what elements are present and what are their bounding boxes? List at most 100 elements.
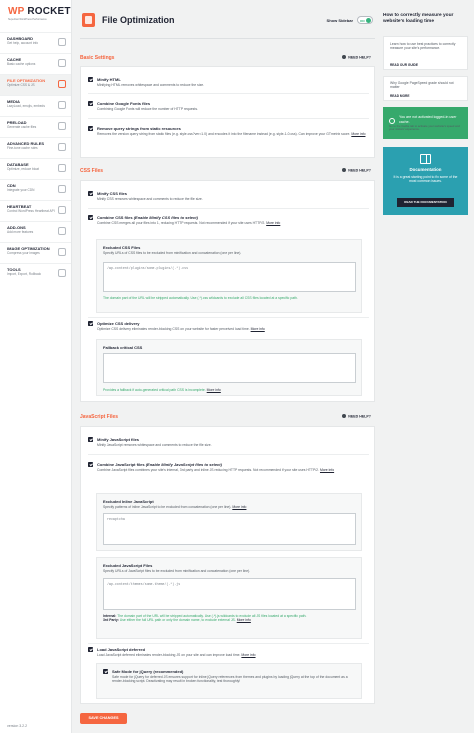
page-icon	[58, 59, 66, 67]
label-text: Combine CSS files	[97, 215, 134, 220]
option-description: Combine JavaScript files combines your s…	[97, 468, 368, 472]
cache-status-subtext: Go to the Cache tab to activate your web…	[389, 124, 460, 132]
section-title: CSS Files	[80, 168, 104, 174]
cache-status-sub: Go to the Cache tab to activate your web…	[383, 124, 468, 140]
heart-icon	[58, 206, 66, 214]
fallback-css-textarea[interactable]	[103, 353, 356, 383]
minify-css-checkbox[interactable]	[88, 191, 93, 196]
read-guide-link[interactable]: READ OUR GUIDE	[390, 63, 418, 67]
page-title: File Optimization	[102, 15, 175, 25]
divider	[88, 93, 369, 94]
sidebar-item-heartbeat[interactable]: Heartbeat Control WordPress Heartbeat API	[0, 200, 71, 221]
globe-icon	[58, 185, 66, 193]
list-icon	[58, 143, 66, 151]
section-title: Basic Settings	[80, 55, 115, 61]
field-label: Excluded CSS Files	[103, 245, 141, 250]
note-3rd-party-label: 3rd Party:	[103, 618, 119, 623]
css-files-header: CSS Files NEED HELP?	[80, 166, 375, 178]
file-optimization-icon	[82, 13, 95, 27]
save-changes-button[interactable]: SAVE CHANGES	[80, 713, 127, 724]
sidebar-item-cdn[interactable]: CDN Integrate your CDN	[0, 179, 71, 200]
safe-mode-checkbox[interactable]	[103, 669, 108, 674]
option-label: Remove query strings from static resourc…	[97, 126, 181, 131]
sidebar-item-advanced-rules[interactable]: Advanced Rules Fine-tune cache rules	[0, 137, 71, 158]
sidebar-item-cache[interactable]: Cache Basic cache options	[0, 53, 71, 74]
field-label: Excluded Inline JavaScript	[103, 499, 154, 504]
more-info-link[interactable]: More info	[232, 505, 246, 509]
more-info-link[interactable]: More info	[266, 221, 280, 225]
wrench-icon	[58, 269, 66, 277]
note-internal-label: Internal:	[103, 614, 117, 618]
option-description: Minify JavaScript removes whitespace and…	[97, 443, 212, 447]
more-info-link[interactable]: More info	[207, 388, 221, 392]
divider	[88, 643, 369, 644]
description-text: Removes the version query string from st…	[97, 132, 351, 136]
combine-js-checkbox[interactable]	[88, 462, 93, 467]
load-js-deferred-checkbox[interactable]	[88, 647, 93, 652]
divider	[88, 317, 369, 318]
sidebar-item-add-ons[interactable]: Add-ons Add more features	[0, 221, 71, 242]
more-info-link[interactable]: More info	[237, 618, 251, 622]
sidebar-item-file-optimization[interactable]: File Optimization Optimize CSS & JS	[0, 74, 71, 95]
more-info-link[interactable]: More info	[351, 132, 365, 136]
option-description: Combining Google Fonts will reduce the n…	[97, 107, 198, 111]
sidebar-item-tools[interactable]: Tools Import, Export, Rollback	[0, 263, 71, 284]
basic-settings-header: Basic Settings NEED HELP?	[80, 53, 375, 65]
sidebar-item-dashboard[interactable]: Dashboard Get help, account info	[0, 32, 71, 53]
field-label: Excluded JavaScript Files	[103, 563, 153, 568]
minify-html-checkbox[interactable]	[88, 77, 93, 82]
page-header: File Optimization Show Sidebar ON	[73, 11, 375, 35]
query-strings-checkbox[interactable]	[88, 126, 93, 131]
excluded-js-note: Internal: The domain part of the URL wil…	[103, 614, 355, 623]
option-label: Minify CSS files	[97, 191, 128, 196]
more-info-link[interactable]: More info	[320, 468, 334, 472]
logo[interactable]: WP ROCKET Superfast WordPress Performanc…	[0, 0, 71, 32]
optimize-css-delivery-checkbox[interactable]	[88, 321, 93, 326]
option-label: Optimize CSS delivery	[97, 321, 140, 326]
sidebar-item-database[interactable]: Database Optimize, reduce bloat	[0, 158, 71, 179]
option-description: Optimize CSS delivery eliminates render-…	[97, 327, 368, 331]
field-label: Fallback critical CSS	[103, 345, 143, 350]
css-files-card: Minify CSS files Minify CSS removes whit…	[80, 180, 375, 402]
image-icon	[58, 101, 66, 109]
read-more-link[interactable]: READ MORE	[390, 94, 409, 98]
more-info-link[interactable]: More info	[241, 653, 255, 657]
google-fonts-checkbox[interactable]	[88, 101, 93, 106]
toggle-knob	[366, 18, 371, 23]
option-label: Combine JavaScript files (Enable Minify …	[97, 462, 222, 467]
option-label: Combine Google Fonts files	[97, 101, 151, 106]
measure-guide-title: How to correctly measure your website's …	[383, 13, 454, 24]
excluded-js-files-textarea[interactable]: /wp-content/themes/some-theme/(.*).js	[103, 578, 356, 610]
option-description: Minify CSS removes whitespace and commen…	[97, 197, 203, 201]
excluded-js-files-box: Excluded JavaScript Files Specify URLs o…	[96, 557, 362, 639]
excluded-inline-js-textarea[interactable]: recaptcha	[103, 513, 356, 545]
documentation-box: Documentation It is a great starting poi…	[383, 147, 468, 215]
note-text: Provides a fallback if auto-generated cr…	[103, 388, 206, 392]
minify-js-checkbox[interactable]	[88, 437, 93, 442]
option-description: Removes the version query string from st…	[97, 132, 368, 136]
home-icon	[58, 38, 66, 46]
sidebar-item-media[interactable]: Media LazyLoad, emojis, embeds	[0, 95, 71, 116]
section-title: JavaScript Files	[80, 414, 119, 420]
version-label: version 3.2.2	[7, 724, 28, 728]
need-help-link[interactable]: NEED HELP?	[342, 414, 371, 419]
sidebar-item-image-optimization[interactable]: Image Optimization Compress your images	[0, 242, 71, 263]
need-help-link[interactable]: NEED HELP?	[342, 168, 371, 173]
option-label: Combine CSS files (Enable Minify CSS fil…	[97, 215, 198, 220]
field-description: Specify patterns of inline JavaScript to…	[103, 505, 355, 509]
database-icon	[58, 164, 66, 172]
need-help-link[interactable]: NEED HELP?	[342, 55, 371, 60]
field-label: Safe Mode for jQuery (recommended)	[112, 669, 184, 674]
more-info-link[interactable]: More info	[251, 327, 265, 331]
excluded-css-textarea[interactable]: /wp-content/plugins/some-plugins/(.*).cs…	[103, 262, 356, 292]
note-internal-text: The domain part of the URL will be strip…	[116, 614, 307, 618]
description-text: Combine CSS merges all your files into 1…	[97, 221, 266, 225]
field-description: Specify URLs of JavaScript files to be e…	[103, 569, 251, 573]
guide-text: Learn how to use best practices to corre…	[390, 42, 456, 51]
cache-status-text: You are not activated logged-in user cac…	[399, 115, 457, 124]
excluded-inline-js-box: Excluded Inline JavaScript Specify patte…	[96, 493, 362, 551]
combine-css-checkbox[interactable]	[88, 215, 93, 220]
read-documentation-button[interactable]: READ THE DOCUMENTATION	[397, 198, 454, 207]
sidebar-item-preload[interactable]: Preload Generate cache files	[0, 116, 71, 137]
show-sidebar-toggle[interactable]: ON	[357, 16, 373, 24]
